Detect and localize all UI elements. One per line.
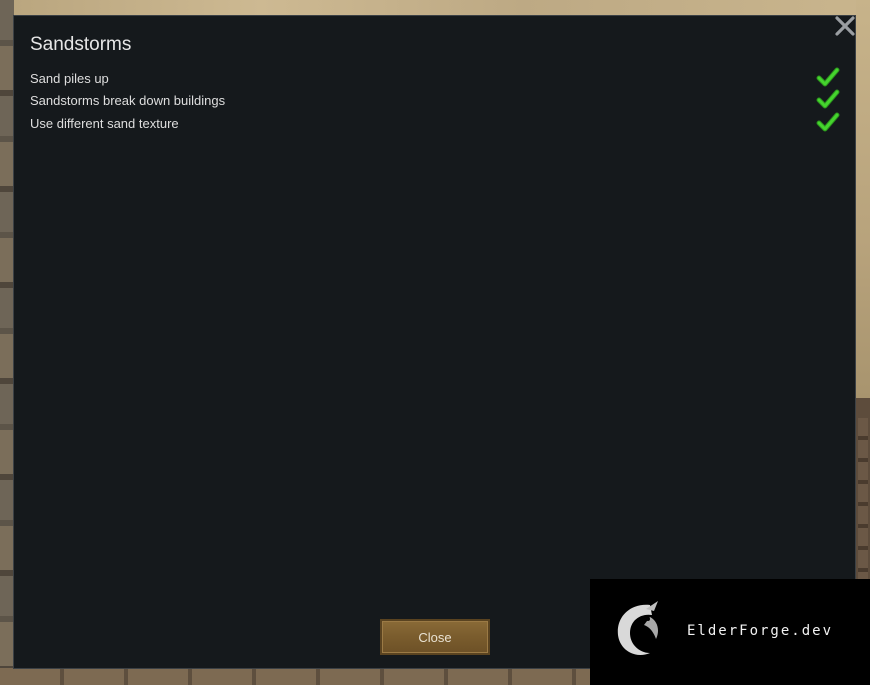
option-label: Use different sand texture bbox=[30, 116, 179, 131]
close-icon[interactable] bbox=[834, 15, 856, 37]
dragon-logo-icon bbox=[610, 597, 666, 665]
floor-bottom bbox=[0, 668, 600, 685]
checkmark-icon[interactable] bbox=[816, 110, 840, 134]
option-label: Sand piles up bbox=[30, 71, 109, 86]
option-sand-piles-up[interactable]: Sand piles up bbox=[30, 67, 840, 93]
sand-terrain-top bbox=[0, 0, 870, 16]
checkmark-icon[interactable] bbox=[816, 65, 840, 89]
watermark: ElderForge.dev bbox=[590, 579, 870, 685]
option-label: Sandstorms break down buildings bbox=[30, 93, 226, 108]
watermark-text: ElderForge.dev bbox=[687, 623, 834, 639]
dialog-title: Sandstorms bbox=[30, 34, 132, 55]
option-different-sand-texture[interactable]: Use different sand texture bbox=[30, 112, 840, 138]
option-sandstorms-break-buildings[interactable]: Sandstorms break down buildings bbox=[30, 89, 840, 115]
checkmark-icon[interactable] bbox=[816, 87, 840, 111]
wall-left bbox=[0, 0, 14, 685]
sand-terrain-right bbox=[856, 0, 870, 400]
close-button[interactable]: Close bbox=[380, 619, 490, 655]
